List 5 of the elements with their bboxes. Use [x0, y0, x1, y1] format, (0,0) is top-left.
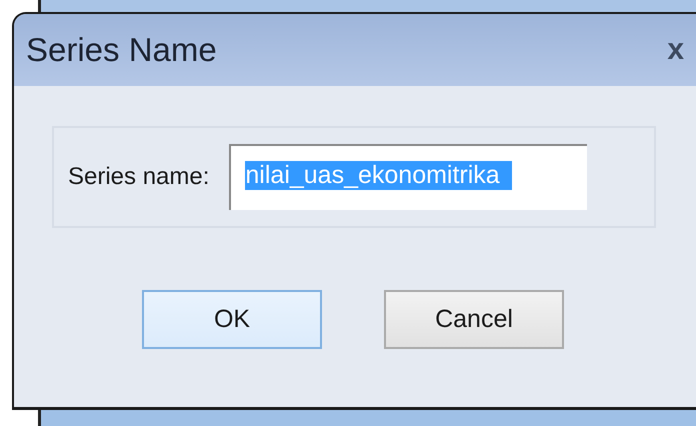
window-title: Series Name [26, 31, 218, 69]
field-label: Series name: [68, 163, 210, 191]
cancel-button[interactable]: Cancel [384, 290, 564, 349]
close-button[interactable]: x [663, 35, 688, 65]
ok-button[interactable]: OK [142, 290, 322, 349]
